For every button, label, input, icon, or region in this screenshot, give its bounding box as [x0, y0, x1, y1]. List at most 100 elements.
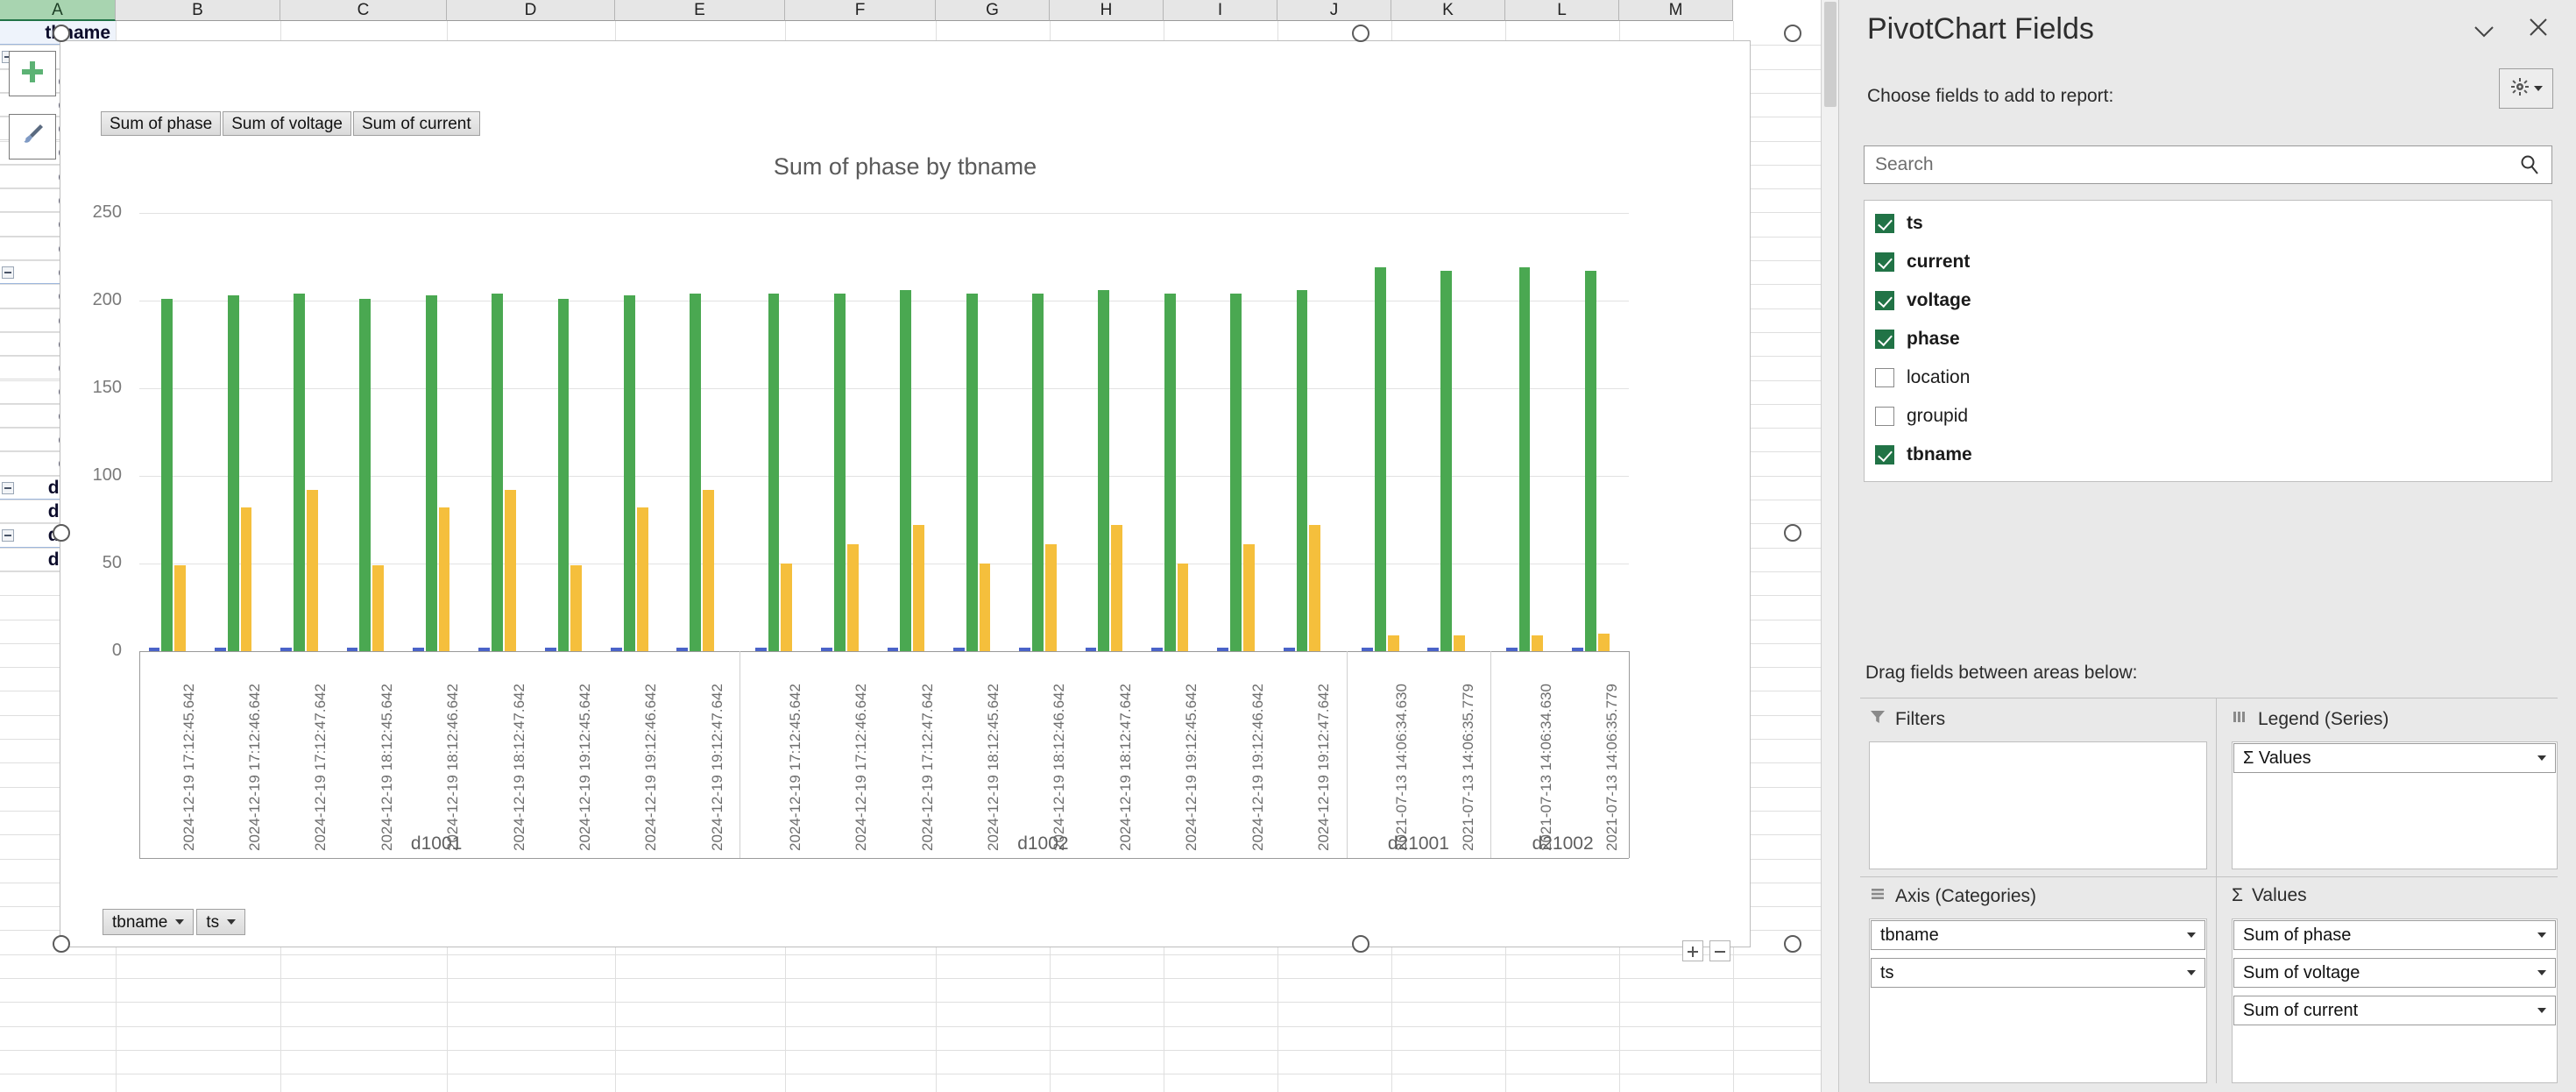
expand-field-button[interactable] [1682, 940, 1703, 961]
field-row-ts[interactable]: ts [1865, 204, 2553, 243]
bar-sum-of-current[interactable] [1111, 525, 1122, 651]
chevron-down-icon[interactable] [2187, 970, 2196, 975]
area-pill-axis-ts[interactable]: ts [1871, 958, 2205, 988]
field-checkbox-phase[interactable] [1875, 330, 1894, 349]
collapse-field-button[interactable] [1709, 940, 1730, 961]
column-header-l[interactable]: L [1505, 0, 1619, 21]
bar-sum-of-voltage[interactable] [624, 295, 635, 651]
column-header-e[interactable]: E [615, 0, 785, 21]
bar-sum-of-current[interactable] [241, 507, 252, 651]
field-checkbox-groupid[interactable] [1875, 407, 1894, 426]
chart-styles-button[interactable] [9, 114, 56, 160]
bar-sum-of-current[interactable] [1243, 544, 1255, 651]
bar-sum-of-current[interactable] [174, 565, 186, 651]
column-header-h[interactable]: H [1050, 0, 1164, 21]
bar-sum-of-voltage[interactable] [426, 295, 437, 651]
column-header-row[interactable]: ABCDEFGHIJKLM [0, 0, 1821, 21]
chevron-down-icon[interactable] [2537, 970, 2546, 975]
vertical-scrollbar[interactable] [1821, 0, 1838, 1092]
column-header-c[interactable]: C [280, 0, 447, 21]
bar-sum-of-current[interactable] [1045, 544, 1057, 651]
column-header-i[interactable]: I [1164, 0, 1277, 21]
field-checkbox-location[interactable] [1875, 368, 1894, 387]
field-row-tbname[interactable]: tbname [1865, 436, 2553, 474]
panel-tools-button[interactable] [2499, 68, 2553, 109]
field-row-current[interactable]: current [1865, 243, 2553, 281]
bar-sum-of-voltage[interactable] [1230, 294, 1242, 651]
resize-handle-top-left[interactable] [53, 25, 70, 42]
column-header-j[interactable]: J [1277, 0, 1391, 21]
bar-sum-of-current[interactable] [637, 507, 648, 651]
chevron-down-icon[interactable] [2187, 932, 2196, 938]
bar-sum-of-current[interactable] [913, 525, 924, 651]
field-checkbox-tbname[interactable] [1875, 445, 1894, 464]
field-row-location[interactable]: location [1865, 358, 2553, 397]
resize-handle-top-center[interactable] [1352, 25, 1369, 42]
area-pill-axis-tbname[interactable]: tbname [1871, 920, 2205, 950]
bar-sum-of-current[interactable] [1532, 635, 1543, 651]
field-row-groupid[interactable]: groupid [1865, 397, 2553, 436]
field-row-phase[interactable]: phase [1865, 320, 2553, 358]
column-header-f[interactable]: F [785, 0, 936, 21]
bar-sum-of-voltage[interactable] [492, 294, 503, 651]
bar-sum-of-current[interactable] [1388, 635, 1399, 651]
field-row-voltage[interactable]: voltage [1865, 281, 2553, 320]
bar-sum-of-voltage[interactable] [690, 294, 701, 651]
resize-handle-top-right[interactable] [1784, 25, 1801, 42]
chart-axis-button-tbname[interactable]: tbname [103, 909, 194, 935]
column-header-a[interactable]: A [0, 0, 116, 21]
bar-sum-of-current[interactable] [1454, 635, 1465, 651]
scrollbar-thumb[interactable] [1824, 2, 1836, 107]
bar-sum-of-current[interactable] [307, 490, 318, 651]
bar-sum-of-current[interactable] [505, 490, 516, 651]
bar-sum-of-current[interactable] [1598, 634, 1610, 651]
field-list-box[interactable]: tscurrentvoltagephaselocationgroupidtbna… [1864, 200, 2552, 482]
area-pill-values-current[interactable]: Sum of current [2233, 996, 2556, 1025]
search-input[interactable]: Search [1864, 145, 2552, 184]
resize-handle-bottom-right[interactable] [1784, 935, 1801, 953]
field-checkbox-ts[interactable] [1875, 214, 1894, 233]
resize-handle-bottom-left[interactable] [53, 935, 70, 953]
chart-elements-button[interactable] [9, 51, 56, 96]
expand-collapse-buttons[interactable] [1682, 940, 1730, 961]
column-header-m[interactable]: M [1619, 0, 1733, 21]
area-pill-legend-values[interactable]: Σ Values [2233, 743, 2556, 773]
bar-sum-of-voltage[interactable] [900, 290, 911, 651]
chevron-down-icon[interactable] [2471, 19, 2497, 46]
bar-sum-of-voltage[interactable] [966, 294, 978, 651]
bar-sum-of-voltage[interactable] [1375, 267, 1386, 651]
chevron-down-icon[interactable] [175, 919, 184, 925]
chart-field-button-2[interactable]: Sum of current [353, 111, 480, 136]
bar-sum-of-voltage[interactable] [1164, 294, 1176, 651]
area-pill-values-voltage[interactable]: Sum of voltage [2233, 958, 2556, 988]
column-header-k[interactable]: K [1391, 0, 1505, 21]
bar-sum-of-current[interactable] [1309, 525, 1320, 651]
bar-sum-of-voltage[interactable] [1098, 290, 1109, 651]
chevron-down-icon[interactable] [2537, 755, 2546, 761]
chart-legend-field-buttons[interactable]: Sum of phaseSum of voltageSum of current [101, 111, 482, 136]
bar-sum-of-voltage[interactable] [359, 299, 371, 651]
column-header-d[interactable]: D [447, 0, 615, 21]
bar-sum-of-current[interactable] [1178, 564, 1189, 651]
group-collapse-toggle[interactable] [2, 529, 14, 542]
chart-field-button-1[interactable]: Sum of voltage [223, 111, 351, 136]
chart-axis-button-ts[interactable]: ts [196, 909, 245, 935]
resize-handle-middle-left[interactable] [53, 524, 70, 542]
bar-sum-of-voltage[interactable] [1297, 290, 1308, 651]
bar-sum-of-voltage[interactable] [161, 299, 173, 651]
bar-sum-of-voltage[interactable] [1585, 271, 1596, 651]
bar-sum-of-voltage[interactable] [1032, 294, 1044, 651]
bar-sum-of-voltage[interactable] [834, 294, 846, 651]
bar-sum-of-voltage[interactable] [294, 294, 305, 651]
bar-sum-of-voltage[interactable] [1519, 267, 1531, 651]
bar-sum-of-voltage[interactable] [1440, 271, 1452, 651]
column-header-g[interactable]: G [936, 0, 1050, 21]
group-collapse-toggle[interactable] [2, 266, 14, 279]
chart-field-button-0[interactable]: Sum of phase [101, 111, 221, 136]
chevron-down-icon[interactable] [2537, 1008, 2546, 1013]
bar-sum-of-current[interactable] [847, 544, 859, 651]
pivotchart-object[interactable]: Sum of phaseSum of voltageSum of current… [60, 40, 1751, 947]
resize-handle-bottom-center[interactable] [1352, 935, 1369, 953]
chart-axis-field-buttons[interactable]: tbnamets [103, 909, 248, 935]
resize-handle-middle-right[interactable] [1784, 524, 1801, 542]
